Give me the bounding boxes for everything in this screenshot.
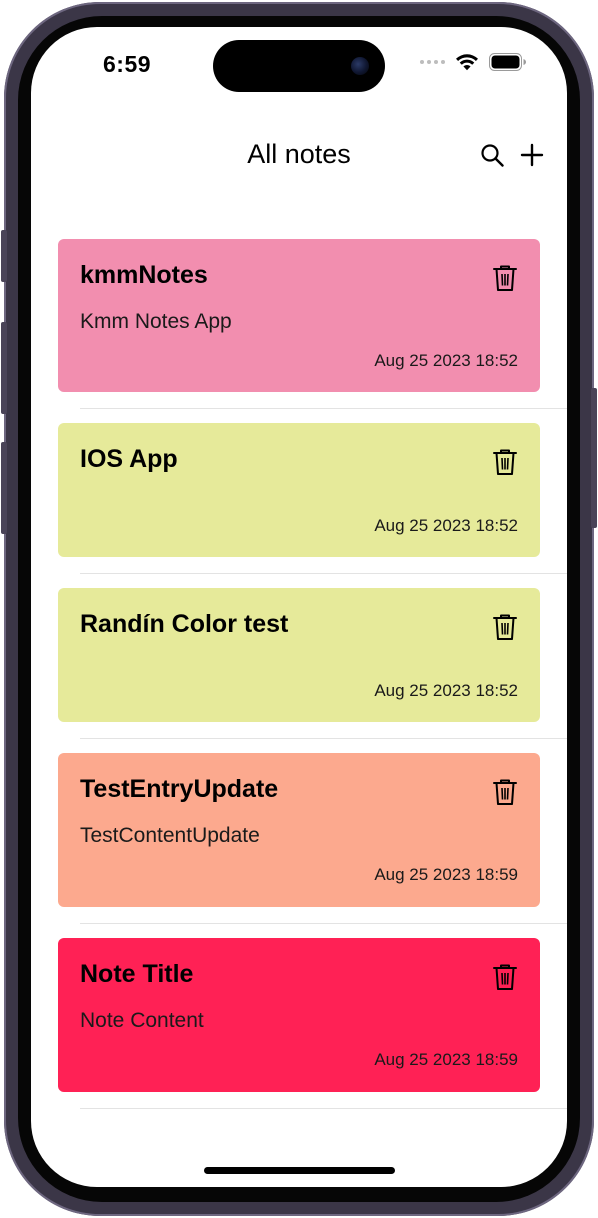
volume-up-button bbox=[1, 322, 7, 414]
cellular-signal-icon bbox=[420, 60, 445, 64]
note-date: Aug 25 2023 18:59 bbox=[374, 865, 518, 884]
nav-actions bbox=[479, 141, 545, 169]
note-date: Aug 25 2023 18:52 bbox=[374, 351, 518, 370]
wifi-icon bbox=[456, 54, 478, 71]
note-date: Aug 25 2023 18:59 bbox=[374, 1050, 518, 1069]
note-card[interactable]: kmmNotes Kmm Notes App Aug 25 2023 18:52 bbox=[58, 239, 540, 392]
list-divider bbox=[80, 573, 567, 574]
note-card[interactable]: Randín Color test Aug 25 2023 18:52 bbox=[58, 588, 540, 722]
note-title: Randín Color test bbox=[80, 610, 289, 638]
search-icon bbox=[481, 144, 504, 167]
list-divider bbox=[80, 738, 567, 739]
status-icons bbox=[420, 53, 527, 71]
front-camera bbox=[351, 57, 369, 75]
note-date: Aug 25 2023 18:52 bbox=[374, 516, 518, 535]
note-content: Kmm Notes App bbox=[80, 310, 232, 333]
trash-icon[interactable] bbox=[492, 778, 518, 806]
dynamic-island bbox=[213, 40, 385, 92]
note-title: TestEntryUpdate bbox=[80, 775, 279, 803]
power-button bbox=[591, 388, 597, 528]
note-title: Note Title bbox=[80, 960, 194, 988]
note-card[interactable]: Note Title Note Content Aug 25 2023 18:5… bbox=[58, 938, 540, 1092]
volume-down-button bbox=[1, 442, 7, 534]
trash-icon[interactable] bbox=[492, 613, 518, 641]
trash-icon[interactable] bbox=[492, 448, 518, 476]
list-divider bbox=[80, 923, 567, 924]
trash-icon[interactable] bbox=[492, 264, 518, 292]
trash-icon[interactable] bbox=[492, 963, 518, 991]
screen: 6:59 All notes kmmNotes Kmm Notes App Au… bbox=[31, 27, 567, 1187]
note-date: Aug 25 2023 18:52 bbox=[374, 681, 518, 700]
add-note-button[interactable] bbox=[519, 141, 545, 169]
list-divider bbox=[80, 408, 567, 409]
ring-silent-switch bbox=[1, 230, 7, 282]
list-divider bbox=[80, 1108, 567, 1109]
note-card[interactable]: IOS App Aug 25 2023 18:52 bbox=[58, 423, 540, 557]
note-title: kmmNotes bbox=[80, 261, 208, 289]
battery-icon bbox=[489, 53, 526, 71]
search-button[interactable] bbox=[479, 141, 505, 169]
note-card[interactable]: TestEntryUpdate TestContentUpdate Aug 25… bbox=[58, 753, 540, 907]
note-title: IOS App bbox=[80, 445, 178, 473]
note-content: TestContentUpdate bbox=[80, 824, 260, 847]
home-indicator[interactable] bbox=[204, 1167, 395, 1174]
status-time: 6:59 bbox=[103, 51, 152, 77]
plus-icon bbox=[520, 143, 544, 167]
note-content: Note Content bbox=[80, 1009, 204, 1032]
